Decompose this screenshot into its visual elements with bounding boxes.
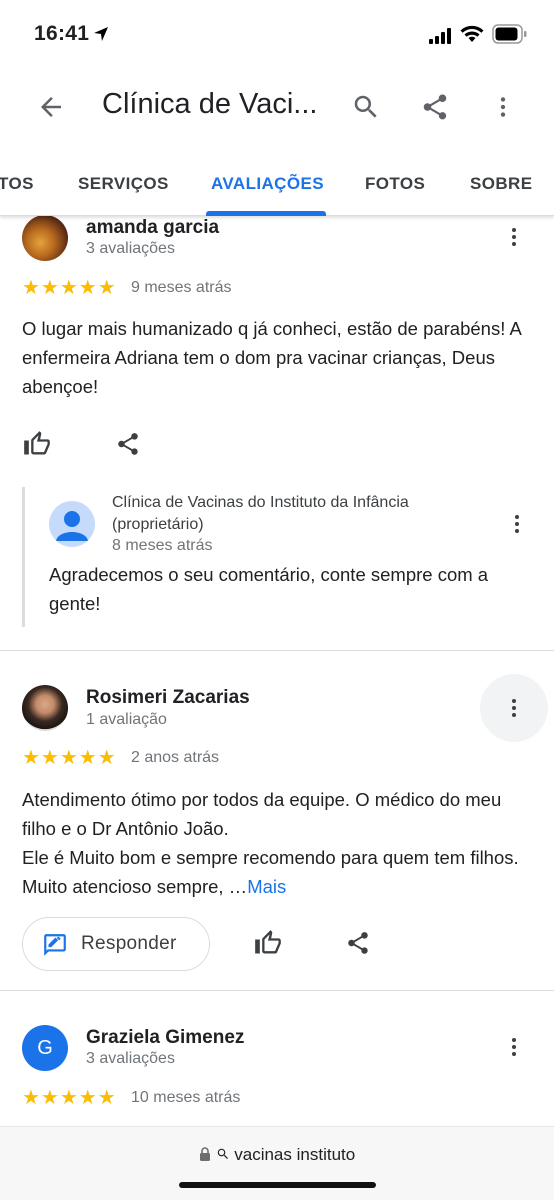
cellular-signal-icon (429, 28, 453, 49)
star-rating: ★★★★★ (22, 277, 117, 299)
app-bar: Clínica de Vaci... (0, 70, 554, 142)
owner-avatar-icon (49, 501, 95, 547)
active-tab-indicator (206, 211, 326, 216)
back-arrow-icon[interactable] (36, 92, 66, 127)
home-indicator (179, 1182, 376, 1188)
search-icon (217, 1148, 228, 1159)
tab-servicos[interactable]: SERVIÇOS (78, 174, 169, 194)
wifi-icon (460, 25, 484, 48)
reviewer-name[interactable]: Rosimeri Zacarias (86, 687, 250, 709)
more-vert-icon[interactable] (505, 511, 529, 542)
reviewer-review-count: 3 avaliações (86, 240, 175, 257)
more-vert-icon[interactable] (502, 224, 526, 255)
status-bar: 16:41 (0, 0, 554, 66)
owner-reply-date: 8 meses atrás (112, 537, 213, 554)
browser-url-bar[interactable]: vacinas instituto (0, 1126, 554, 1200)
url-text: vacinas instituto (234, 1145, 356, 1164)
reviewer-name[interactable]: Graziela Gimenez (86, 1027, 244, 1049)
tab-avaliacoes[interactable]: AVALIAÇÕES (211, 174, 324, 194)
reviewer-name[interactable]: amanda garcia (86, 217, 219, 239)
more-vert-icon[interactable] (502, 695, 526, 726)
reviewer-review-count: 3 avaliações (86, 1050, 175, 1067)
star-rating: ★★★★★ (22, 747, 117, 769)
page-title: Clínica de Vaci... (102, 88, 318, 120)
location-arrow-icon (93, 26, 109, 47)
thumb-up-icon[interactable] (23, 430, 51, 463)
owner-name: Clínica de Vacinas do Instituto da Infân… (112, 494, 409, 533)
more-link[interactable]: Mais (247, 876, 286, 897)
more-vert-icon[interactable] (490, 92, 516, 127)
owner-reply-text: Agradecemos o seu comentário, conte semp… (49, 564, 489, 614)
url-field[interactable]: vacinas instituto (0, 1145, 554, 1165)
rate-review-icon (42, 932, 68, 963)
lock-icon (199, 1147, 210, 1161)
star-rating: ★★★★★ (22, 1087, 117, 1109)
divider (0, 990, 554, 991)
review-date: 2 anos atrás (131, 749, 220, 766)
avatar[interactable] (22, 685, 68, 731)
share-icon[interactable] (345, 930, 371, 961)
tab-bar: TOS SERVIÇOS AVALIAÇÕES FOTOS SOBRE (0, 150, 554, 216)
status-time: 16:41 (34, 22, 90, 45)
share-icon[interactable] (420, 92, 450, 127)
share-icon[interactable] (115, 431, 141, 462)
tab-fotos-partial[interactable]: TOS (0, 174, 34, 194)
thumb-up-icon[interactable] (254, 929, 282, 962)
avatar[interactable]: G (22, 1025, 68, 1071)
reviewer-review-count: 1 avaliação (86, 711, 167, 728)
search-icon[interactable] (351, 92, 381, 127)
owner-reply: Clínica de Vacinas do Instituto da Infân… (22, 487, 532, 627)
respond-label: Responder (81, 933, 177, 954)
divider (0, 650, 554, 651)
review-date: 10 meses atrás (131, 1089, 241, 1106)
respond-button[interactable]: Responder (22, 917, 210, 971)
battery-icon (492, 24, 528, 49)
tab-sobre[interactable]: SOBRE (470, 174, 532, 194)
tab-fotos[interactable]: FOTOS (365, 174, 425, 194)
avatar[interactable] (22, 215, 68, 261)
review-text: O lugar mais humanizado q já conheci, es… (22, 318, 521, 397)
review-text: Atendimento ótimo por todos da equipe. O… (22, 785, 532, 901)
more-vert-icon[interactable] (502, 1034, 526, 1065)
review-date: 9 meses atrás (131, 279, 232, 296)
